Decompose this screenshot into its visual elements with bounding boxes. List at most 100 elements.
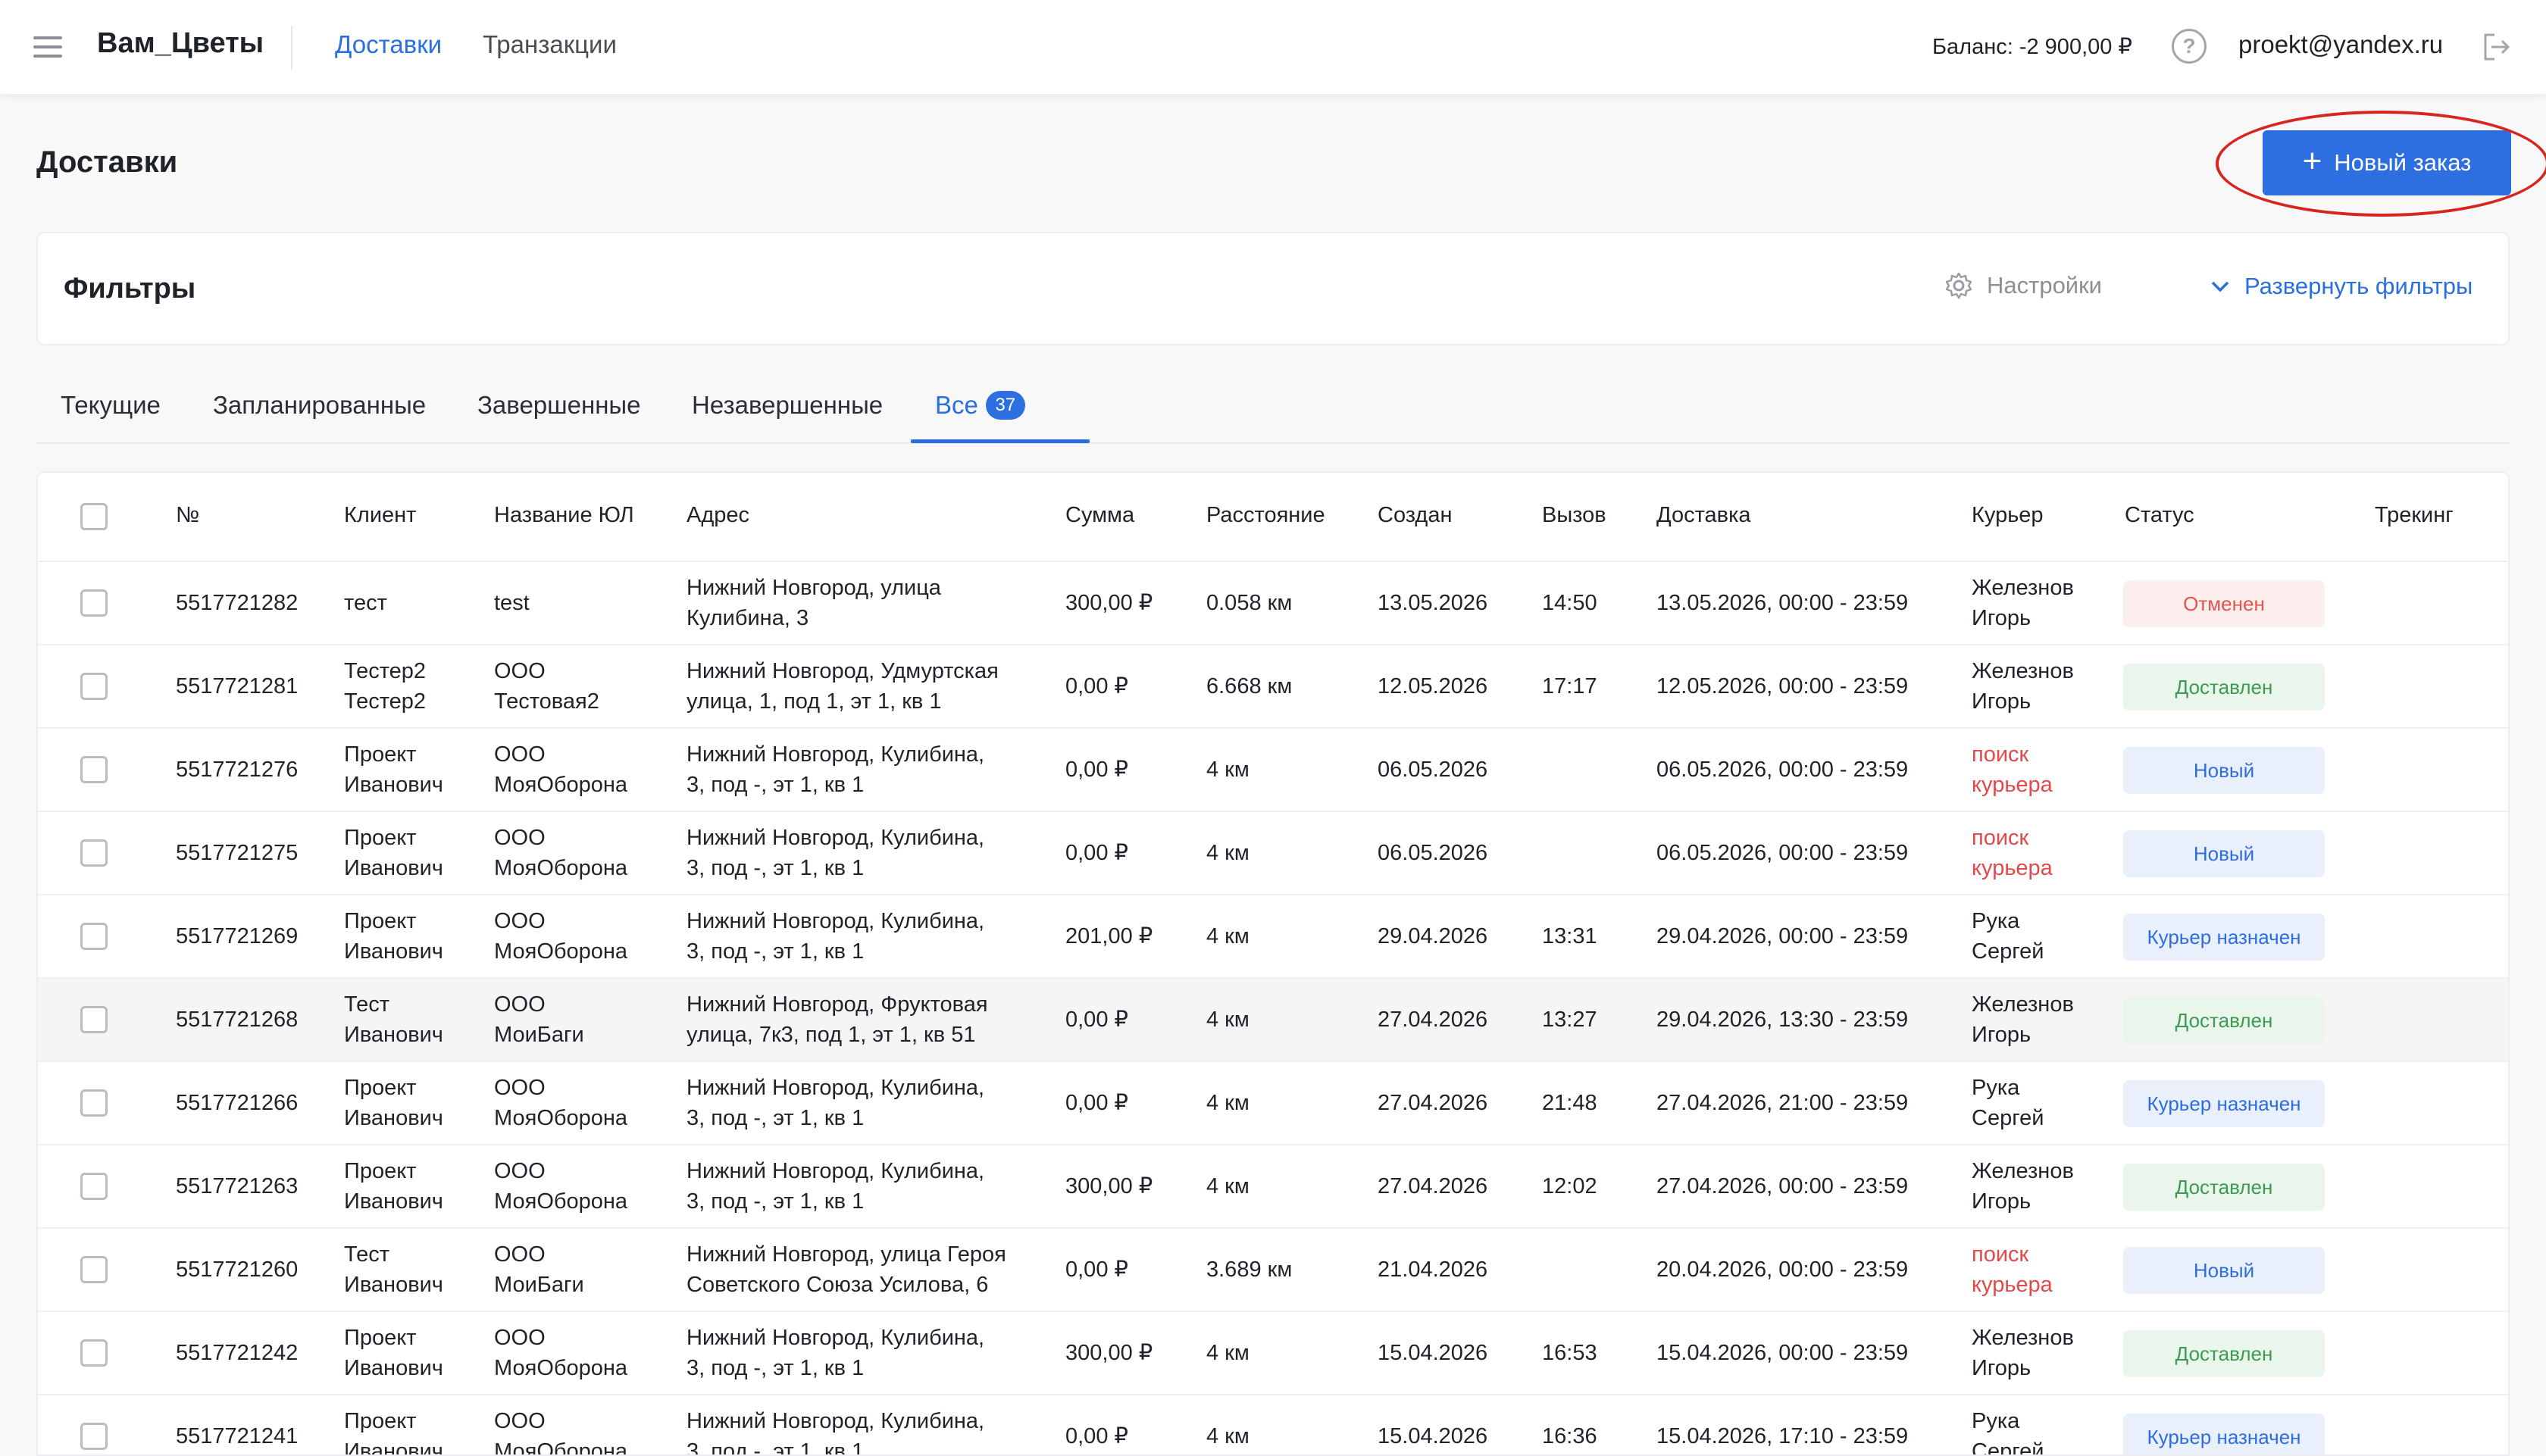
cell-sum: 0,00 ₽ bbox=[1065, 674, 1128, 698]
cell-distance: 0.058 км bbox=[1206, 591, 1293, 615]
cell-legal-line: test bbox=[494, 591, 530, 615]
cell-legal: ООО МоиБаги bbox=[494, 1239, 584, 1300]
header-sum[interactable]: Сумма bbox=[1065, 503, 1134, 528]
row-checkbox[interactable] bbox=[80, 756, 108, 783]
cell-client: Проект Иванович bbox=[344, 1156, 443, 1217]
cell-distance: 4 км bbox=[1206, 758, 1250, 782]
table-row[interactable]: 5517721268 Тест Иванович ООО МоиБаги Нижний Н… bbox=[38, 979, 2508, 1062]
help-icon[interactable]: ? bbox=[2172, 29, 2207, 64]
table-row[interactable]: 5517721260 Тест Иванович ООО МоиБаги Нижний Н… bbox=[38, 1229, 2508, 1312]
cell-created: 15.04.2026 bbox=[1378, 1341, 1488, 1365]
cell-address-line: Кулибина, 3 bbox=[687, 606, 809, 630]
cell-courier: Железнов Игорь bbox=[1972, 989, 2074, 1050]
table-row[interactable]: 5517721269 Проект Иванович ООО МояОборона Ниж… bbox=[38, 895, 2508, 979]
header-status[interactable]: Статус bbox=[2125, 503, 2194, 528]
tab-incomplete[interactable]: Незавершенные bbox=[692, 391, 883, 420]
cell-address-line: 3, под -, эт 1, кв 1 bbox=[687, 856, 865, 880]
filters-card: Фильтры Настройки Развернуть фильтры bbox=[36, 232, 2510, 345]
table-row[interactable]: 5517721281 Тестер2 Тестер2 ООО Тестовая2 Нижн… bbox=[38, 645, 2508, 729]
header-created[interactable]: Создан bbox=[1378, 503, 1452, 528]
cell-address-line: Нижний Новгород, Кулибина, bbox=[687, 826, 985, 850]
logout-icon[interactable] bbox=[2479, 30, 2513, 64]
cell-courier-line: Железнов bbox=[1972, 659, 2074, 683]
page-title: Доставки bbox=[36, 145, 178, 179]
cell-courier-line: Рука bbox=[1972, 1409, 2020, 1433]
cell-legal-line: МояОборона bbox=[494, 1356, 628, 1380]
row-checkbox[interactable] bbox=[80, 1423, 108, 1450]
menu-icon[interactable] bbox=[33, 36, 62, 58]
cell-created: 29.04.2026 bbox=[1378, 924, 1488, 948]
tab-all[interactable]: Все 37 bbox=[935, 391, 1025, 420]
cell-delivery: 15.04.2026, 00:00 - 23:59 bbox=[1656, 1341, 1909, 1365]
cell-courier: Рука Сергей bbox=[1972, 906, 2044, 967]
tab-current[interactable]: Текущие bbox=[61, 391, 161, 420]
header-tracking[interactable]: Трекинг bbox=[2375, 503, 2454, 528]
cell-address-line: Нижний Новгород, Фруктовая bbox=[687, 992, 988, 1017]
cell-legal: ООО Тестовая2 bbox=[494, 656, 599, 717]
row-checkbox[interactable] bbox=[80, 589, 108, 617]
cell-created: 13.05.2026 bbox=[1378, 591, 1488, 615]
cell-num: 5517721242 bbox=[176, 1341, 299, 1365]
header-client[interactable]: Клиент bbox=[344, 503, 416, 528]
row-checkbox[interactable] bbox=[80, 923, 108, 950]
select-all-checkbox[interactable] bbox=[80, 503, 108, 530]
cell-legal-line: МояОборона bbox=[494, 1439, 628, 1456]
table-row[interactable]: 5517721276 Проект Иванович ООО МояОборона Ниж… bbox=[38, 729, 2508, 812]
header-courier[interactable]: Курьер bbox=[1972, 503, 2044, 528]
settings-button[interactable]: Настройки bbox=[1944, 271, 2102, 300]
header-distance[interactable]: Расстояние bbox=[1206, 503, 1325, 528]
user-email[interactable]: proekt@yandex.ru bbox=[2238, 30, 2443, 59]
cell-courier-line: Железнов bbox=[1972, 1159, 2074, 1183]
table-row[interactable]: 5517721266 Проект Иванович ООО МояОборона Ниж… bbox=[38, 1062, 2508, 1145]
cell-legal-line: МояОборона bbox=[494, 1189, 628, 1214]
cell-client-line: тест bbox=[344, 591, 387, 615]
cell-legal: ООО МояОборона bbox=[494, 823, 627, 883]
table-row[interactable]: 5517721242 Проект Иванович ООО МояОборона Ниж… bbox=[38, 1312, 2508, 1395]
cell-sum: 300,00 ₽ bbox=[1065, 591, 1153, 615]
expand-filters-button[interactable]: Развернуть фильтры bbox=[2210, 273, 2472, 300]
cell-legal-line: МоиБаги bbox=[494, 1023, 584, 1047]
cell-address-line: 3, под -, эт 1, кв 1 bbox=[687, 939, 865, 964]
row-checkbox[interactable] bbox=[80, 1256, 108, 1283]
cell-address-line: Нижний Новгород, Удмуртская bbox=[687, 659, 999, 683]
cell-courier-line: Игорь bbox=[1972, 1189, 2031, 1214]
cell-courier: Железнов Игорь bbox=[1972, 573, 2074, 633]
cell-call: 17:17 bbox=[1542, 674, 1597, 698]
table-row[interactable]: 5517721241 Проект Иванович ООО МояОборона Ниж… bbox=[38, 1395, 2508, 1456]
cell-courier: Железнов Игорь bbox=[1972, 1156, 2074, 1217]
cell-legal: test bbox=[494, 588, 530, 618]
cell-legal: ООО МояОборона bbox=[494, 1156, 627, 1217]
tab-completed[interactable]: Завершенные bbox=[477, 391, 641, 420]
row-checkbox[interactable] bbox=[80, 1006, 108, 1033]
cell-courier: Железнов Игорь bbox=[1972, 1323, 2074, 1383]
cell-client-line: Проект bbox=[344, 1409, 417, 1433]
new-order-label: Новый заказ bbox=[2334, 149, 2472, 176]
cell-distance: 3.689 км bbox=[1206, 1258, 1293, 1282]
row-checkbox[interactable] bbox=[80, 1089, 108, 1117]
header-num[interactable]: № bbox=[176, 503, 199, 528]
new-order-button[interactable]: + Новый заказ bbox=[2263, 130, 2511, 195]
row-checkbox[interactable] bbox=[80, 1173, 108, 1200]
table-row[interactable]: 5517721263 Проект Иванович ООО МояОборона Ниж… bbox=[38, 1145, 2508, 1229]
nav-transactions[interactable]: Транзакции bbox=[483, 30, 617, 59]
header-legal[interactable]: Название ЮЛ bbox=[494, 503, 634, 528]
row-checkbox[interactable] bbox=[80, 839, 108, 867]
cell-client-line: Тест bbox=[344, 992, 389, 1017]
cell-client: Проект Иванович bbox=[344, 1323, 443, 1383]
cell-client-line: Иванович bbox=[344, 1106, 443, 1130]
row-checkbox[interactable] bbox=[80, 1339, 108, 1367]
cell-distance: 4 км bbox=[1206, 1091, 1250, 1115]
row-checkbox[interactable] bbox=[80, 673, 108, 700]
header-delivery[interactable]: Доставка bbox=[1656, 503, 1751, 528]
cell-client-line: Тестер2 bbox=[344, 659, 427, 683]
nav-deliveries[interactable]: Доставки bbox=[335, 30, 442, 59]
tab-planned[interactable]: Запланированные bbox=[213, 391, 426, 420]
header-address[interactable]: Адрес bbox=[687, 503, 749, 528]
header-call[interactable]: Вызов bbox=[1542, 503, 1606, 528]
brand-logo[interactable]: Вам_Цветы bbox=[97, 27, 264, 60]
table-row[interactable]: 5517721282 тест test Нижний Новгород, улица… bbox=[38, 562, 2508, 645]
cell-legal-line: ООО bbox=[494, 1076, 546, 1100]
table-row[interactable]: 5517721275 Проект Иванович ООО МояОборона Ниж… bbox=[38, 812, 2508, 895]
cell-courier-line: Рука bbox=[1972, 1076, 2020, 1100]
cell-address: Нижний Новгород, Кулибина, 3, под -, эт 1… bbox=[687, 823, 984, 883]
